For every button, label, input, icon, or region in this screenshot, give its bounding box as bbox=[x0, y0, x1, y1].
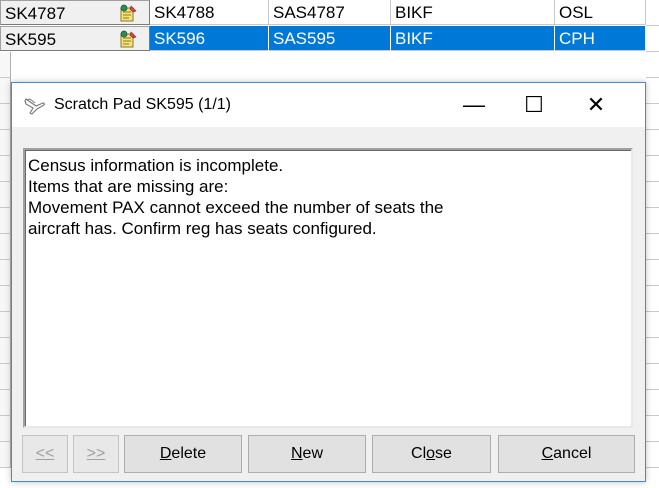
row-stub bbox=[0, 208, 11, 234]
delete-button[interactable]: Delete bbox=[124, 435, 242, 473]
flight-number-cell: SK595 bbox=[5, 30, 57, 49]
row-stub bbox=[0, 182, 11, 208]
row-stub bbox=[646, 208, 659, 234]
first-page-button[interactable]: << bbox=[22, 435, 68, 473]
row-stub bbox=[646, 364, 659, 390]
origin-cell[interactable]: BIKF bbox=[391, 26, 555, 51]
table-row[interactable]: SK4787 SK4788 SAS4787 BIKF OSL bbox=[0, 0, 659, 26]
grid-filler bbox=[646, 26, 659, 52]
row-stub bbox=[646, 390, 659, 416]
row-stub bbox=[0, 78, 11, 104]
row-stub bbox=[0, 416, 11, 442]
row-stub bbox=[0, 52, 11, 78]
cancel-button[interactable]: Cancel bbox=[498, 435, 635, 473]
destination-cell[interactable]: OSL bbox=[555, 0, 646, 25]
message-line: Items that are missing are: bbox=[28, 177, 229, 196]
row-header-cell[interactable]: SK4787 bbox=[0, 0, 150, 25]
close-window-button[interactable]: ✕ bbox=[573, 83, 619, 127]
row-stub bbox=[646, 104, 659, 130]
row-stub bbox=[646, 286, 659, 312]
maximize-button[interactable]: ☐ bbox=[511, 83, 557, 127]
airplane-icon bbox=[24, 98, 45, 115]
minimize-button[interactable]: — bbox=[451, 83, 497, 127]
row-stub bbox=[0, 130, 11, 156]
flight-number-cell: SK4787 bbox=[5, 4, 66, 23]
origin-cell[interactable]: BIKF bbox=[391, 0, 555, 25]
row-stub bbox=[646, 442, 659, 468]
close-icon: ✕ bbox=[586, 92, 606, 117]
callsign-cell[interactable]: SAS595 bbox=[269, 26, 391, 51]
scratch-pad-text[interactable]: Census information is incomplete. Items … bbox=[23, 148, 633, 428]
row-stub bbox=[0, 286, 11, 312]
row-stub bbox=[0, 156, 11, 182]
dialog-titlebar[interactable]: Scratch Pad SK595 (1/1) — ☐ ✕ bbox=[12, 83, 645, 127]
row-stub bbox=[646, 78, 659, 104]
row-stub bbox=[646, 182, 659, 208]
row-stub bbox=[0, 312, 11, 338]
destination-cell[interactable]: CPH bbox=[555, 26, 646, 51]
note-icon[interactable] bbox=[118, 30, 138, 49]
row-stub bbox=[0, 364, 11, 390]
row-stub bbox=[646, 130, 659, 156]
minimize-icon: — bbox=[463, 92, 485, 117]
return-flight-cell[interactable]: SK4788 bbox=[150, 0, 269, 25]
grid-filler bbox=[646, 0, 659, 26]
scratch-pad-dialog: Scratch Pad SK595 (1/1) — ☐ ✕ Census inf… bbox=[11, 82, 646, 482]
message-line: Census information is incomplete. bbox=[28, 156, 284, 175]
return-flight-cell[interactable]: SK596 bbox=[150, 26, 269, 51]
row-stub bbox=[646, 260, 659, 286]
new-button[interactable]: New bbox=[248, 435, 366, 473]
row-stub bbox=[646, 234, 659, 260]
dialog-title: Scratch Pad SK595 (1/1) bbox=[54, 96, 231, 113]
message-line: aircraft has. Confirm reg has seats conf… bbox=[28, 219, 377, 238]
row-stub bbox=[0, 234, 11, 260]
row-stub bbox=[0, 390, 11, 416]
row-stub bbox=[0, 260, 11, 286]
callsign-cell[interactable]: SAS4787 bbox=[269, 0, 391, 25]
row-stub bbox=[646, 156, 659, 182]
row-stub bbox=[0, 338, 11, 364]
row-header-cell[interactable]: SK595 bbox=[0, 26, 150, 51]
row-stub bbox=[0, 442, 11, 468]
table-row-selected[interactable]: SK595 SK596 SAS595 BIKF CPH bbox=[0, 26, 659, 52]
note-icon[interactable] bbox=[118, 4, 138, 23]
close-button[interactable]: Close bbox=[372, 435, 491, 473]
maximize-icon: ☐ bbox=[524, 92, 544, 117]
next-page-button[interactable]: >> bbox=[73, 435, 119, 473]
row-stub bbox=[0, 104, 11, 130]
row-stub bbox=[646, 338, 659, 364]
message-line: Movement PAX cannot exceed the number of… bbox=[28, 198, 444, 217]
row-stub bbox=[646, 312, 659, 338]
row-stub bbox=[646, 52, 659, 78]
row-stub bbox=[646, 416, 659, 442]
